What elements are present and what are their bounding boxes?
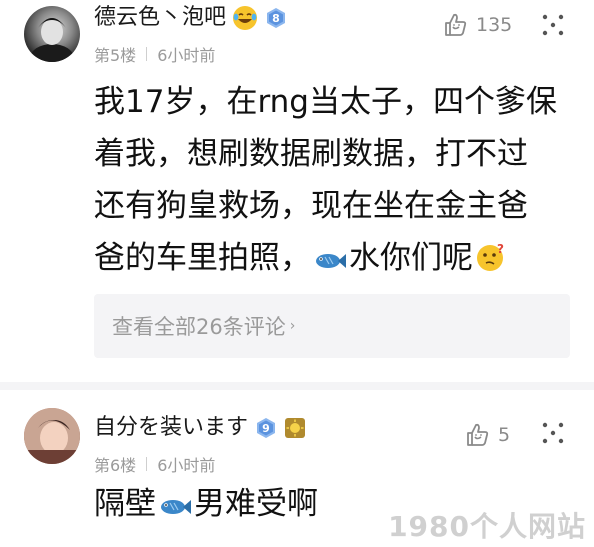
comment-segment: 爸的车里拍照，: [94, 240, 311, 276]
floor-number: 第5楼: [94, 46, 137, 65]
svg-text:?: ?: [497, 243, 504, 256]
comment-post-1: 德云色丶泡吧 8 第5楼 6小时前 135 我17岁，在rng当太子，四个爹保 …: [0, 0, 594, 382]
comment-line: 还有狗皇救场，现在坐在金主爸: [94, 188, 528, 224]
author-name[interactable]: 自分を装います: [94, 412, 248, 444]
meta-row: 第5楼 6小时前: [94, 42, 215, 66]
like-button[interactable]: 5: [462, 420, 510, 450]
avatar[interactable]: [24, 408, 80, 464]
floor-number: 第6楼: [94, 456, 137, 475]
thumbs-up-icon: [445, 13, 467, 36]
sun-medal-icon: [285, 418, 306, 438]
post-time: 6小时前: [157, 456, 216, 475]
view-all-label: 查看全部26条评论: [112, 315, 286, 339]
thumbs-up-icon: [467, 423, 489, 446]
laughing-crying-emoji-icon: [233, 6, 258, 30]
meta-divider: [146, 457, 148, 471]
avatar-image: [24, 408, 80, 464]
watermark-text: 1980个人网站: [388, 510, 586, 543]
comment-body: 我17岁，在rng当太子，四个爹保 着我，想刷数据刷数据，打不过 还有狗皇救场，…: [94, 76, 564, 284]
more-dots-icon[interactable]: [540, 12, 566, 38]
level-number: 9: [262, 422, 270, 435]
chevron-right-icon: ›: [289, 318, 296, 334]
comment-segment: 隔壁: [94, 486, 156, 522]
level-number: 8: [272, 12, 280, 25]
comment-line: 我17岁，在rng当太子，四个爹保: [94, 84, 557, 120]
post-divider: [0, 382, 594, 390]
meta-row: 第6楼 6小时前: [94, 452, 215, 476]
avatar[interactable]: [24, 6, 80, 62]
more-dots-icon[interactable]: [540, 420, 566, 446]
comment-segment: 水你们呢: [349, 240, 473, 276]
avatar-image: [30, 18, 74, 62]
like-button[interactable]: 135: [440, 10, 512, 40]
comment-segment: 男难受啊: [194, 486, 318, 522]
fish-icon: [161, 500, 191, 514]
author-row: 德云色丶泡吧 8: [94, 2, 288, 34]
comment-line-last: 爸的车里拍照， 水你们呢?: [94, 232, 564, 284]
thinking-emoji-icon: ?: [477, 243, 504, 271]
level-badge-icon: 9: [257, 418, 276, 438]
author-name[interactable]: 德云色丶泡吧: [94, 2, 226, 34]
meta-divider: [146, 47, 148, 61]
like-count: 135: [476, 14, 513, 36]
comment-line: 着我，想刷数据刷数据，打不过: [94, 136, 528, 172]
view-all-replies-button[interactable]: 查看全部26条评论 ›: [94, 294, 570, 358]
author-row: 自分を装います 9: [94, 412, 306, 444]
like-count: 5: [498, 424, 511, 446]
fish-icon: [316, 254, 346, 268]
post-time: 6小时前: [157, 46, 216, 65]
level-badge-icon: 8: [267, 8, 286, 28]
